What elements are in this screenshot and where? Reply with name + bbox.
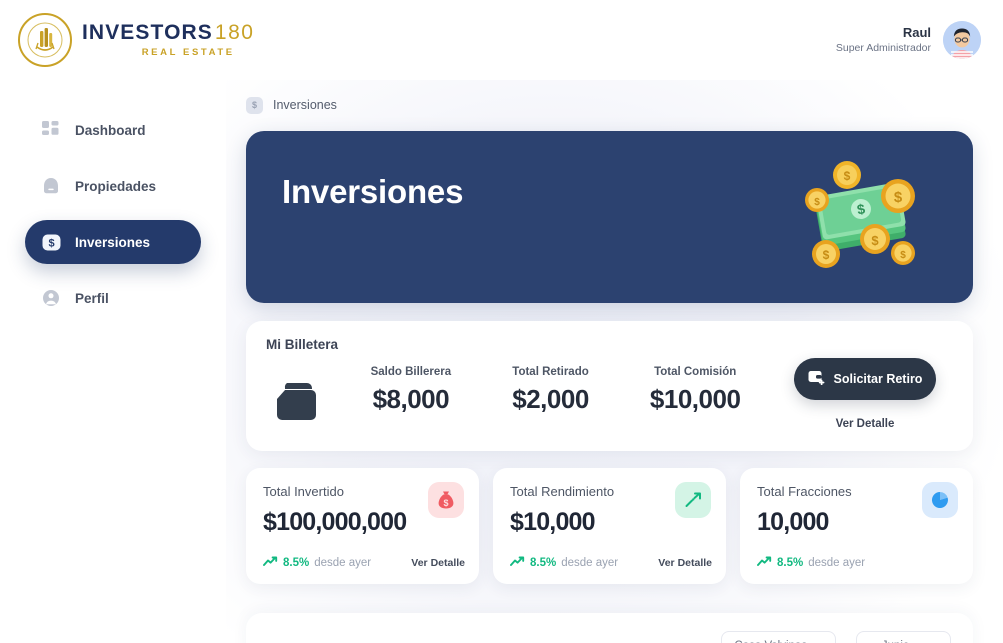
- card-delta: 8.5% desde ayer: [510, 556, 618, 570]
- card-total-rendimiento: Total Rendimiento $10,000 8.5% desde aye…: [493, 468, 726, 584]
- wallet-stat-value: $10,000: [649, 384, 741, 414]
- wallet-stat-comision: Total Comisión $10,000: [649, 366, 741, 415]
- pie-chart-icon: [922, 482, 958, 518]
- user-name: Raul: [902, 25, 931, 41]
- breadcrumb: $ Inversiones: [246, 92, 973, 118]
- svg-text:$: $: [871, 233, 879, 248]
- hero-banner: Inversiones $ $ $ $ $ $ $: [246, 131, 973, 303]
- trend-up-icon: [510, 556, 525, 570]
- trend-up-icon: [757, 556, 772, 570]
- card-detail-link[interactable]: Ver Detalle: [411, 557, 465, 569]
- sidebar-item-perfil[interactable]: Perfil: [25, 276, 201, 320]
- main-content: $ Inversiones Inversiones $ $ $ $ $ $ $ …: [226, 80, 1003, 643]
- wallet-stat-label: Total Retirado: [512, 366, 589, 378]
- wallet-stat-retirado: Total Retirado $2,000: [512, 366, 589, 415]
- card-delta-text: desde ayer: [808, 557, 866, 569]
- wallet-actions: Solicitar Retiro Ver Detalle: [777, 358, 953, 430]
- wallet-stat-label: Saldo Billerera: [370, 366, 452, 378]
- wallet-stat-value: $8,000: [372, 384, 450, 414]
- avatar[interactable]: [943, 21, 981, 59]
- brand-name-accent: 180: [214, 21, 255, 45]
- user-circle-icon: [41, 288, 61, 308]
- arrow-growth-icon: [675, 482, 711, 518]
- solicitar-retiro-label: Solicitar Retiro: [833, 372, 923, 386]
- user-avatar-illustration: [943, 21, 981, 59]
- svg-text:$: $: [823, 248, 830, 262]
- wallet-stats: Saldo Billerera $8,000 Total Retirado $2…: [330, 366, 777, 415]
- sidebar-label-inversiones: Inversiones: [75, 234, 151, 250]
- svg-text:$: $: [900, 250, 906, 261]
- card-footer: 8.5% desde ayer Ver Detalle: [510, 556, 712, 570]
- card-total-invertido: Total Invertido $100,000,000 $ 8.5% desd…: [246, 468, 479, 584]
- wallet-add-icon: [808, 370, 825, 388]
- svg-text:$: $: [894, 189, 903, 206]
- sidebar-item-inversiones[interactable]: $ Inversiones: [25, 220, 201, 264]
- user-meta: Raul Super Administrador: [836, 25, 931, 54]
- filter-month-dropdown[interactable]: Junio ▼: [856, 631, 951, 643]
- wallet-detail-link[interactable]: Ver Detalle: [836, 418, 895, 430]
- stat-cards: Total Invertido $100,000,000 $ 8.5% desd…: [246, 468, 973, 584]
- brand-text: INVESTORS 180 REAL ESTATE: [82, 22, 254, 58]
- card-footer: 8.5% desde ayer: [757, 556, 959, 570]
- card-delta-pct: 8.5%: [777, 557, 804, 569]
- wallet-row: Saldo Billerera $8,000 Total Retirado $2…: [266, 358, 953, 430]
- trend-up-icon: [263, 556, 278, 570]
- building-pillars-logo-icon: [27, 22, 63, 58]
- top-bar: INVESTORS 180 REAL ESTATE Raul Super Admi…: [0, 0, 1003, 80]
- user-profile[interactable]: Raul Super Administrador: [836, 21, 981, 59]
- card-delta: 8.5% desde ayer: [263, 556, 371, 570]
- dollar-small-icon: $: [246, 96, 263, 114]
- card-delta-pct: 8.5%: [283, 557, 310, 569]
- brand-mark-icon: [18, 13, 72, 67]
- filter-property-dropdown[interactable]: Casa Valvinas ▼: [721, 631, 836, 643]
- card-total-fracciones: Total Fracciones 10,000 8.5% desde ayer: [740, 468, 973, 584]
- wallet-stat-value: $2,000: [512, 384, 589, 414]
- sidebar-item-dashboard[interactable]: Dashboard: [25, 108, 201, 152]
- svg-text:$: $: [814, 197, 820, 208]
- sidebar: Dashboard Propiedades $ Inversiones Perf…: [0, 80, 226, 643]
- money-bag-icon: $: [428, 482, 464, 518]
- house-dome-icon: [41, 176, 61, 196]
- sidebar-label-propiedades: Propiedades: [75, 178, 157, 194]
- grid-dashboard-icon: [41, 120, 61, 140]
- filter-group: Casa Valvinas ▼ Junio ▼: [721, 631, 951, 643]
- card-footer: 8.5% desde ayer Ver Detalle: [263, 556, 465, 570]
- svg-text:$: $: [844, 169, 851, 183]
- wallet-stat-saldo: Saldo Billerera $8,000: [371, 366, 452, 415]
- svg-text:$: $: [443, 498, 448, 508]
- wallet-stat-label: Total Comisión: [654, 366, 737, 378]
- card-delta: 8.5% desde ayer: [757, 556, 865, 570]
- sidebar-label-dashboard: Dashboard: [75, 122, 146, 138]
- brand-logo[interactable]: INVESTORS 180 REAL ESTATE: [18, 13, 254, 67]
- svg-text:$: $: [48, 237, 54, 249]
- user-role: Super Administrador: [835, 41, 931, 54]
- brand-tagline: REAL ESTATE: [141, 47, 235, 59]
- brand-name-main: INVESTORS: [82, 21, 213, 45]
- sidebar-label-perfil: Perfil: [75, 290, 109, 306]
- card-detail-link[interactable]: Ver Detalle: [658, 557, 712, 569]
- page-title: Inversiones: [282, 173, 464, 210]
- card-delta-text: desde ayer: [314, 557, 372, 569]
- sidebar-item-propiedades[interactable]: Propiedades: [25, 164, 201, 208]
- dollar-badge-icon: $: [41, 232, 61, 252]
- wallet-icon: [266, 366, 330, 424]
- money-bills-coins-illustration: $ $ $ $ $ $ $: [793, 149, 933, 284]
- card-delta-pct: 8.5%: [530, 557, 557, 569]
- card-delta-text: desde ayer: [561, 557, 619, 569]
- bottom-panel: Casa Valvinas ▼ Junio ▼: [246, 613, 973, 643]
- breadcrumb-label[interactable]: Inversiones: [273, 98, 337, 112]
- wallet-title: Mi Billetera: [266, 337, 339, 352]
- wallet-card: Mi Billetera Saldo Billerera $8,000 Tota…: [246, 321, 973, 451]
- app-root: INVESTORS 180 REAL ESTATE Raul Super Admi…: [0, 0, 1003, 643]
- solicitar-retiro-button[interactable]: Solicitar Retiro: [794, 358, 936, 400]
